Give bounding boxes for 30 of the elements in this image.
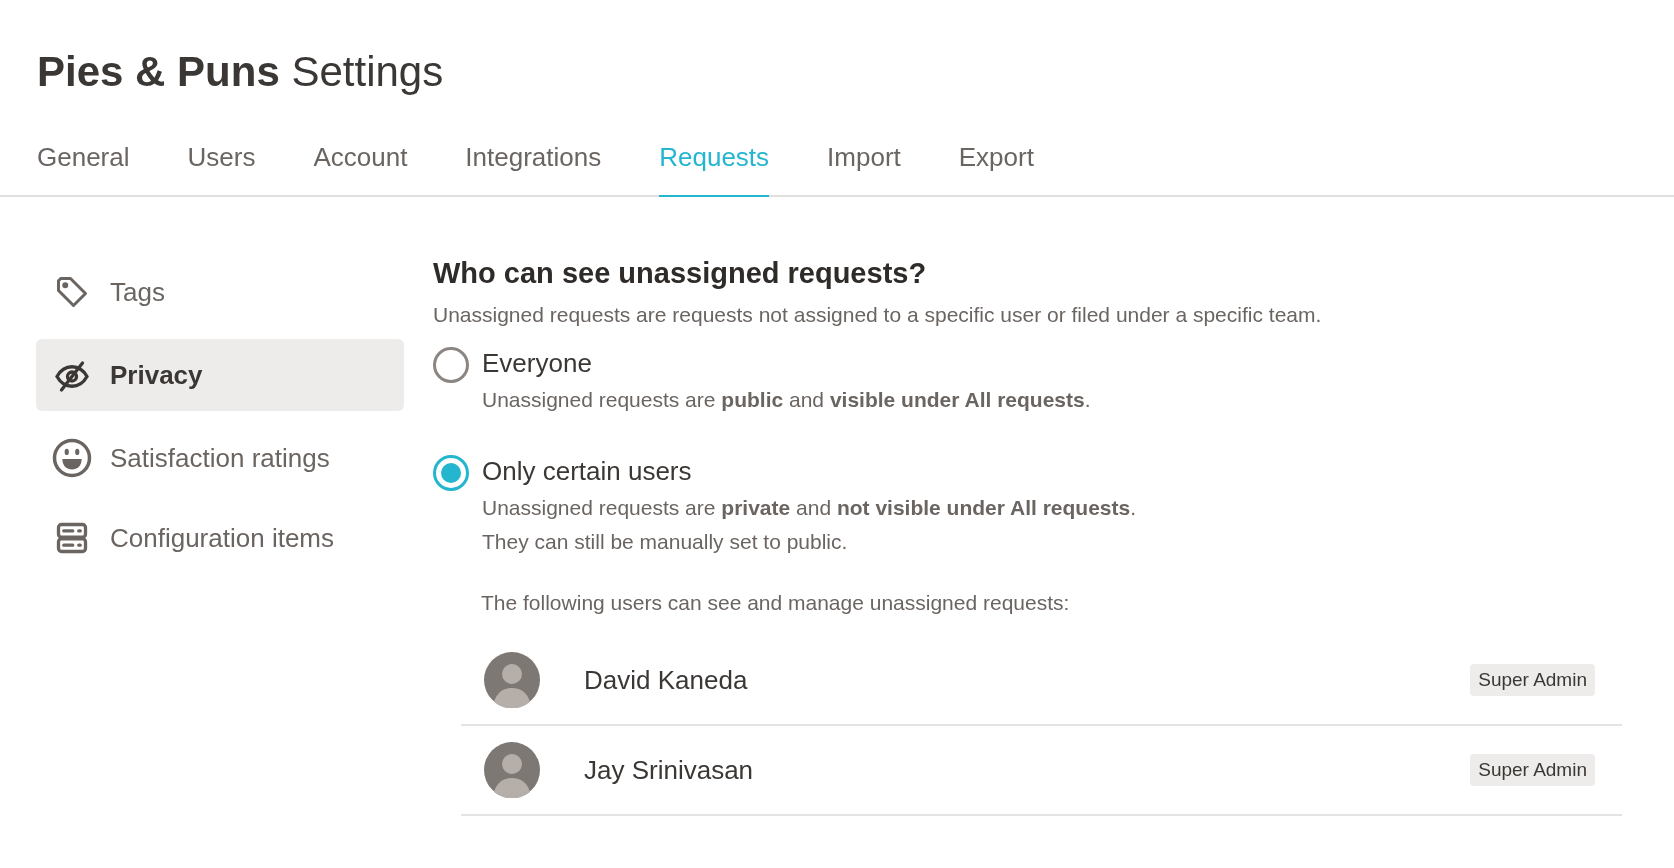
sidebar-item[interactable]: Configuration items [36, 505, 404, 571]
user-name: Jay Srinivasan [584, 753, 754, 787]
section-description: Unassigned requests are requests not assigned to a specific user or filed under a specific team. [433, 302, 1323, 328]
settings-tab[interactable]: Integrations [465, 138, 602, 197]
radio-button[interactable] [433, 346, 469, 383]
option-label: Everyone [482, 346, 592, 380]
sidebar-item[interactable]: Privacy [36, 339, 404, 411]
server-icon [54, 520, 90, 556]
settings-tab[interactable]: Account [313, 138, 408, 197]
radio-button[interactable] [433, 454, 469, 491]
avatar-placeholder [484, 742, 540, 798]
sidebar-item[interactable]: Tags [36, 259, 404, 325]
page-title: Pies & Puns Settings [36, 47, 445, 97]
option-detail: Unassigned requests are private and not visible under All requests. [482, 494, 1137, 521]
settings-tab[interactable]: Users [187, 138, 256, 197]
settings-tab[interactable]: Import [827, 138, 901, 197]
tag-icon [54, 274, 90, 310]
settings-tab[interactable]: General [37, 138, 130, 197]
option-label: Only certain users [482, 454, 692, 488]
users-intro: The following users can see and manage unassigned requests: [481, 589, 1071, 616]
role-badge: Super Admin [1470, 663, 1595, 697]
user-name: David Kaneda [584, 663, 748, 697]
option-detail: They can still be manually set to public. [482, 528, 848, 555]
smiley-icon [51, 437, 93, 479]
section-heading: Who can see unassigned requests? [433, 256, 928, 291]
sidebar-item[interactable]: Satisfaction ratings [36, 425, 404, 491]
role-badge: Super Admin [1470, 753, 1595, 787]
avatar-placeholder [484, 652, 540, 708]
option-detail: Unassigned requests are public and visible under All requests. [482, 386, 1091, 413]
settings-tab[interactable]: Export [958, 138, 1034, 197]
